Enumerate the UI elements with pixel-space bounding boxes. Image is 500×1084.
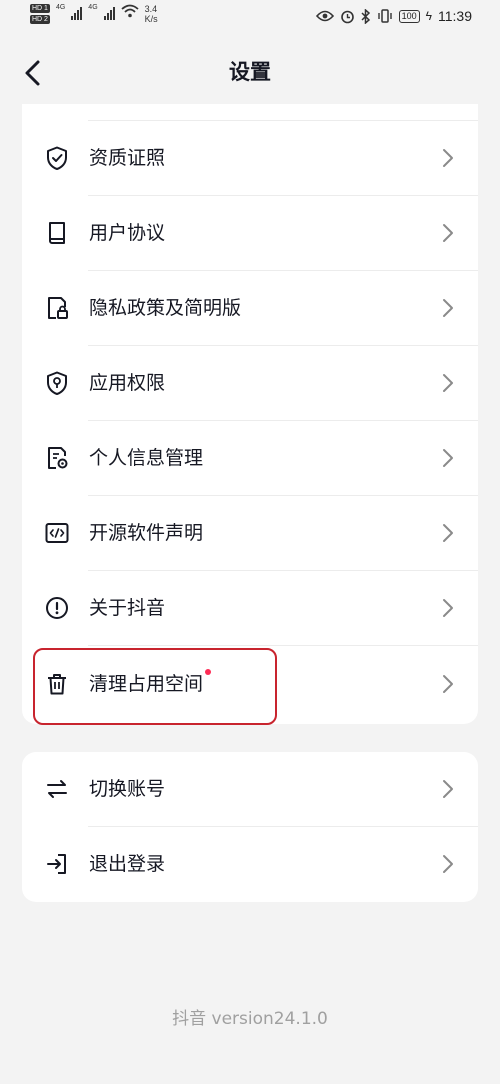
settings-item-personal-info[interactable]: 个人信息管理 (22, 421, 478, 496)
chevron-right-icon (443, 780, 453, 798)
status-bar: HD 1 HD 2 4G 4G 3.4 K/s 100 ϟ 11:39 (0, 0, 500, 36)
navigation-bar: 设置 (0, 40, 500, 104)
shield-permission-icon (47, 371, 67, 395)
switch-arrows-icon (47, 780, 67, 798)
signal1-icon (71, 4, 83, 20)
shield-check-icon (47, 146, 67, 170)
settings-item-label: 关于抖音 (89, 597, 166, 619)
chevron-right-icon (443, 224, 453, 242)
settings-item-label: 开源软件声明 (89, 522, 204, 544)
settings-item-label: 清理占用空间 (89, 669, 212, 697)
document-lock-icon (48, 297, 68, 319)
chevron-right-icon (443, 599, 453, 617)
document-gear-icon (48, 447, 68, 469)
settings-item-clear-storage[interactable]: 清理占用空间 (22, 647, 478, 722)
settings-item-about[interactable]: 关于抖音 (22, 571, 478, 646)
speed-value: 3.4 (144, 4, 158, 14)
chevron-right-icon (443, 299, 453, 317)
chevron-right-icon (443, 855, 453, 873)
status-left: HD 1 HD 2 4G 4G 3.4 K/s (30, 4, 158, 24)
version-text: 抖音 version24.1.0 (172, 1009, 328, 1029)
chevron-right-icon (443, 149, 453, 167)
notification-dot (205, 669, 212, 675)
battery-icon: 100 (398, 9, 420, 23)
sim2-badge: HD 2 (30, 15, 50, 24)
eye-icon (315, 10, 334, 22)
page-title: 设置 (229, 60, 271, 84)
bluetooth-icon (361, 8, 370, 24)
divider (88, 645, 478, 646)
signal2-icon (103, 4, 115, 20)
wifi-icon (121, 4, 139, 18)
settings-item-app-permissions[interactable]: 应用权限 (22, 346, 478, 421)
chevron-right-icon (443, 374, 453, 392)
settings-group-account: 切换账号 退出登录 (22, 752, 478, 902)
info-exclamation-icon (46, 597, 68, 619)
settings-item-label: 退出登录 (89, 853, 166, 875)
settings-item-logout[interactable]: 退出登录 (22, 827, 478, 902)
clear-storage-label: 清理占用空间 (89, 673, 204, 695)
status-right: 100 ϟ 11:39 (315, 8, 472, 24)
sim1-badge: HD 1 (30, 4, 50, 13)
settings-item-label: 应用权限 (89, 372, 166, 394)
settings-item-privacy-policy[interactable]: 隐私政策及简明版 (22, 271, 478, 346)
logout-icon (47, 854, 66, 874)
settings-item-label: 隐私政策及简明版 (89, 297, 242, 319)
chevron-right-icon (443, 675, 453, 693)
network1-label: 4G (55, 4, 66, 11)
speed-unit: K/s (144, 14, 158, 24)
code-icon (45, 523, 69, 543)
chevron-right-icon (443, 524, 453, 542)
settings-group-main: 资质证照 用户协议 隐私政策及简明版 应用权限 个人信息管理 开源软件声明 关于… (22, 104, 478, 724)
settings-item-label: 切换账号 (89, 778, 166, 800)
settings-item-open-source[interactable]: 开源软件声明 (22, 496, 478, 571)
charging-icon: ϟ (425, 9, 432, 23)
settings-item-label: 资质证照 (89, 147, 166, 169)
settings-item-label: 个人信息管理 (89, 447, 204, 469)
alarm-icon (340, 10, 354, 23)
settings-item-qualification[interactable]: 资质证照 (22, 121, 478, 196)
settings-item-label: 用户协议 (89, 222, 166, 244)
book-icon (49, 222, 65, 244)
network2-label: 4G (88, 4, 98, 11)
settings-item-user-agreement[interactable]: 用户协议 (22, 196, 478, 271)
chevron-right-icon (443, 449, 453, 467)
trash-icon (48, 674, 66, 695)
vibrate-icon (377, 9, 392, 23)
settings-item-switch-account[interactable]: 切换账号 (22, 752, 478, 827)
clock: 11:39 (438, 8, 472, 24)
